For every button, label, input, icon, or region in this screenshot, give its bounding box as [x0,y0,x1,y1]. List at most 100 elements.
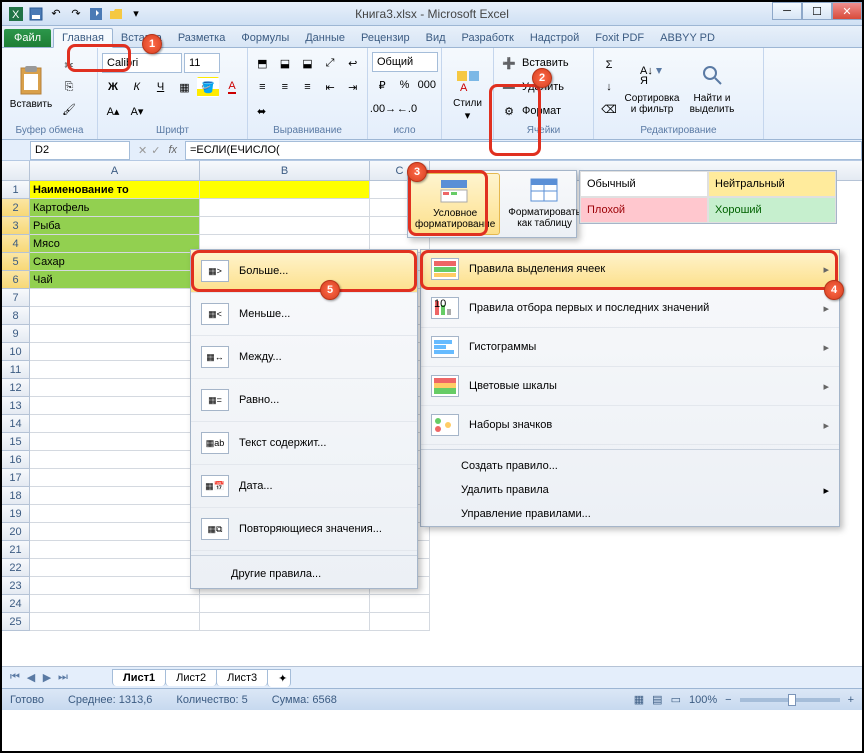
select-all-corner[interactable] [2,161,30,180]
sort-filter-button[interactable]: A↓Я Сортировка и фильтр [622,54,682,120]
sheet-prev-icon[interactable]: ◀ [24,671,38,684]
orientation-icon[interactable]: ⤢ [320,53,341,73]
row-header[interactable]: 14 [2,415,30,433]
close-button[interactable]: ✕ [832,2,862,20]
row-header[interactable]: 3 [2,217,30,235]
save-icon[interactable] [28,6,44,22]
row-header[interactable]: 2 [2,199,30,217]
sheet-first-icon[interactable]: ⏮ [8,671,22,684]
row-header[interactable]: 18 [2,487,30,505]
open-icon[interactable] [108,6,124,22]
cell[interactable] [370,613,430,631]
minimize-button[interactable]: ─ [772,2,802,20]
enter-formula-icon[interactable]: ✓ [151,144,160,157]
fx-icon[interactable]: fx [168,144,177,156]
align-middle-icon[interactable]: ⬓ [275,53,296,73]
cell[interactable]: Мясо [30,235,200,253]
color-scales-item[interactable]: Цветовые шкалы ▸ [421,367,839,406]
cell[interactable] [30,361,200,379]
tab-addins[interactable]: Надстрой [522,29,587,47]
align-bottom-icon[interactable]: ⬓ [297,53,318,73]
insert-cells-button[interactable]: Вставить [522,57,569,69]
tab-abbyy[interactable]: ABBYY PD [652,29,723,47]
border-icon[interactable]: ▦ [173,77,195,97]
tab-formulas[interactable]: Формулы [233,29,297,47]
cell[interactable] [30,451,200,469]
align-left-icon[interactable]: ≡ [252,77,273,97]
undo-icon[interactable]: ↶ [48,6,64,22]
format-cells-icon[interactable]: ⚙ [498,101,520,121]
row-header[interactable]: 23 [2,577,30,595]
cell[interactable]: Наименование то [30,181,200,199]
cell[interactable] [30,379,200,397]
between-item[interactable]: ▦↔ Между... [191,336,417,379]
align-center-icon[interactable]: ≡ [275,77,296,97]
style-normal[interactable]: Обычный [580,171,708,197]
zoom-out-icon[interactable]: − [725,694,731,706]
cell[interactable] [30,397,200,415]
sheet-tab-3[interactable]: Лист3 [216,669,268,686]
more-rules-item[interactable]: Другие правила... [191,560,417,588]
col-header-a[interactable]: A [30,161,200,180]
row-header[interactable]: 12 [2,379,30,397]
tab-developer[interactable]: Разработк [454,29,522,47]
decrease-indent-icon[interactable]: ⇤ [320,77,341,97]
cell[interactable] [30,577,200,595]
row-header[interactable]: 21 [2,541,30,559]
row-header[interactable]: 24 [2,595,30,613]
redo-icon[interactable]: ↷ [68,6,84,22]
cell[interactable] [30,289,200,307]
row-header[interactable]: 4 [2,235,30,253]
cell[interactable] [30,433,200,451]
text-contains-item[interactable]: ▦ab Текст содержит... [191,422,417,465]
cell[interactable] [200,199,370,217]
date-occurring-item[interactable]: ▦📅 Дата... [191,465,417,508]
manage-rules-item[interactable]: Управление правилами... [421,502,839,526]
cell[interactable] [30,541,200,559]
cut-icon[interactable]: ✂ [58,55,80,75]
row-header[interactable]: 5 [2,253,30,271]
name-box[interactable]: D2 [30,141,130,160]
cell[interactable] [30,595,200,613]
row-header[interactable]: 9 [2,325,30,343]
cell[interactable] [30,307,200,325]
view-pagebreak-icon[interactable]: ▭ [671,693,681,706]
style-neutral[interactable]: Нейтральный [708,171,836,197]
row-header[interactable]: 17 [2,469,30,487]
new-sheet-button[interactable]: ✦ [267,669,291,687]
top-bottom-rules-item[interactable]: 10 Правила отбора первых и последних зна… [421,289,839,328]
highlight-cells-rules-item[interactable]: Правила выделения ячеек ▸ [421,250,839,289]
cell[interactable] [30,505,200,523]
tab-home[interactable]: Главная [53,28,113,48]
percent-icon[interactable]: % [394,75,414,95]
view-normal-icon[interactable]: ▦ [634,693,644,706]
row-header[interactable]: 25 [2,613,30,631]
format-cells-button[interactable]: Формат [522,105,561,117]
row-header[interactable]: 16 [2,451,30,469]
format-as-table-button[interactable]: Форматировать как таблицу [504,173,585,235]
tab-data[interactable]: Данные [297,29,353,47]
decrease-decimal-icon[interactable]: ←.0 [396,99,418,119]
number-format-combo[interactable]: Общий [372,52,438,72]
copy-icon[interactable]: ⎘ [58,77,80,97]
cell[interactable]: Чай [30,271,200,289]
cell[interactable] [30,343,200,361]
col-header-b[interactable]: B [200,161,370,180]
tab-review[interactable]: Рецензир [353,29,418,47]
cell[interactable]: Сахар [30,253,200,271]
tab-layout[interactable]: Разметка [170,29,234,47]
zoom-in-icon[interactable]: + [848,694,854,706]
align-right-icon[interactable]: ≡ [297,77,318,97]
font-size-combo[interactable]: 11 [184,53,220,73]
less-than-item[interactable]: ▦< Меньше... [191,293,417,336]
shrink-font-icon[interactable]: A▾ [126,101,148,121]
row-header[interactable]: 7 [2,289,30,307]
bold-icon[interactable]: Ж [102,77,124,97]
increase-indent-icon[interactable]: ⇥ [342,77,363,97]
row-header[interactable]: 11 [2,361,30,379]
sheet-tab-2[interactable]: Лист2 [165,669,217,686]
cell[interactable] [200,613,370,631]
insert-cells-icon[interactable]: ➕ [498,53,520,73]
conditional-formatting-button[interactable]: Условное форматирование [410,173,500,235]
styles-button[interactable]: A Стили ▾ [446,61,489,127]
